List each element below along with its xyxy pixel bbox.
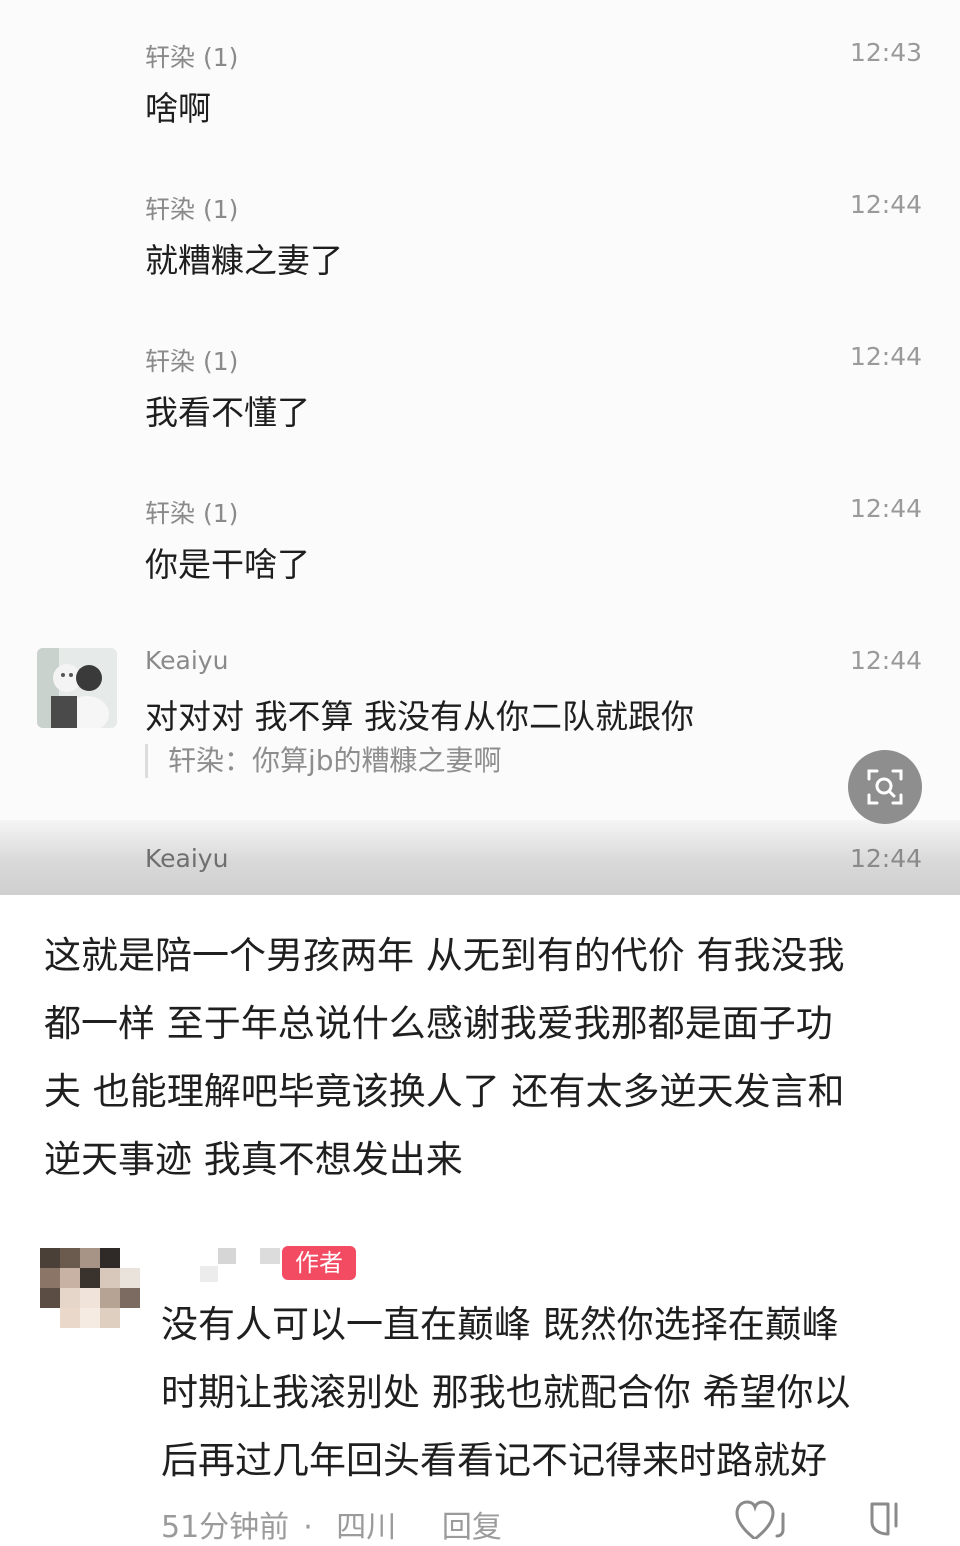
chat-sender: Keaiyu (145, 844, 229, 873)
chat-time: 12:44 (849, 494, 922, 523)
dislike-button[interactable] (866, 1500, 912, 1539)
chat-screenshot: 轩染 (1) 12:43 啥啊 轩染 (1) 12:44 就糟糠之妻了 轩染 (… (0, 0, 960, 895)
post-line: 逆天事迹 我真不想发出来 (44, 1138, 463, 1181)
avatar-image (37, 648, 117, 728)
chat-time: 12:44 (849, 342, 922, 371)
reply-button[interactable]: 回复 (442, 1510, 502, 1545)
reply-line: 时期让我滚别处 那我也就配合你 希望你以 (161, 1371, 851, 1414)
chat-text: 啥啊 (145, 89, 211, 128)
author-badge: 作者 (282, 1246, 356, 1280)
reply-username-blurred (200, 1248, 280, 1288)
chat-sender: Keaiyu (145, 646, 229, 675)
image-search-icon (867, 769, 903, 805)
post-line: 都一样 至于年总说什么感谢我爱我那都是面子功 (44, 1002, 833, 1045)
reply-line: 没有人可以一直在巅峰 既然你选择在巅峰 (161, 1303, 839, 1346)
reply-line: 后再过几年回头看看记不记得来时路就好 (161, 1439, 827, 1482)
reply-location: 四川 (336, 1510, 397, 1545)
thumbs-down-icon (870, 1502, 898, 1536)
heart-icon (735, 1500, 785, 1541)
chat-sender: 轩染 (1) (145, 347, 239, 376)
reply-body: 没有人可以一直在巅峰 既然你选择在巅峰 时期让我滚别处 那我也就配合你 希望你以… (161, 1291, 921, 1495)
chat-time: 12:43 (849, 38, 922, 67)
chat-time: 12:44 (849, 646, 922, 675)
chat-sender: 轩染 (1) (145, 195, 239, 224)
chat-sender: 轩染 (1) (145, 499, 239, 528)
chat-time: 12:44 (849, 844, 922, 873)
chat-text: 你是干啥了 (145, 545, 310, 584)
reply-meta: 51分钟前 · 四川 回复 (161, 1502, 516, 1546)
chat-quote: 轩染：你算jb的糟糠之妻啊 (145, 744, 502, 778)
avatar[interactable] (40, 1248, 140, 1328)
post-body: 这就是陪一个男孩两年 从无到有的代价 有我没我 都一样 至于年总说什么感谢我爱我… (44, 922, 924, 1194)
chat-text: 我看不懂了 (145, 393, 310, 432)
chat-time: 12:44 (849, 190, 922, 219)
chat-text: 对对对 我不算 我没有从你二队就跟你 (145, 697, 694, 736)
chat-text: 就糟糠之妻了 (145, 241, 343, 280)
post-line: 夫 也能理解吧毕竟该换人了 还有太多逆天发言和 (44, 1070, 845, 1113)
reply-time: 51分钟前 (161, 1510, 290, 1545)
meta-separator: · (303, 1510, 313, 1545)
chat-sender: 轩染 (1) (145, 43, 239, 72)
image-search-button[interactable] (848, 750, 922, 824)
avatar-image (40, 1248, 140, 1328)
post-line: 这就是陪一个男孩两年 从无到有的代价 有我没我 (44, 934, 845, 977)
avatar[interactable] (37, 648, 117, 728)
screenshot-cutoff (0, 820, 960, 895)
like-button[interactable] (735, 1500, 795, 1541)
